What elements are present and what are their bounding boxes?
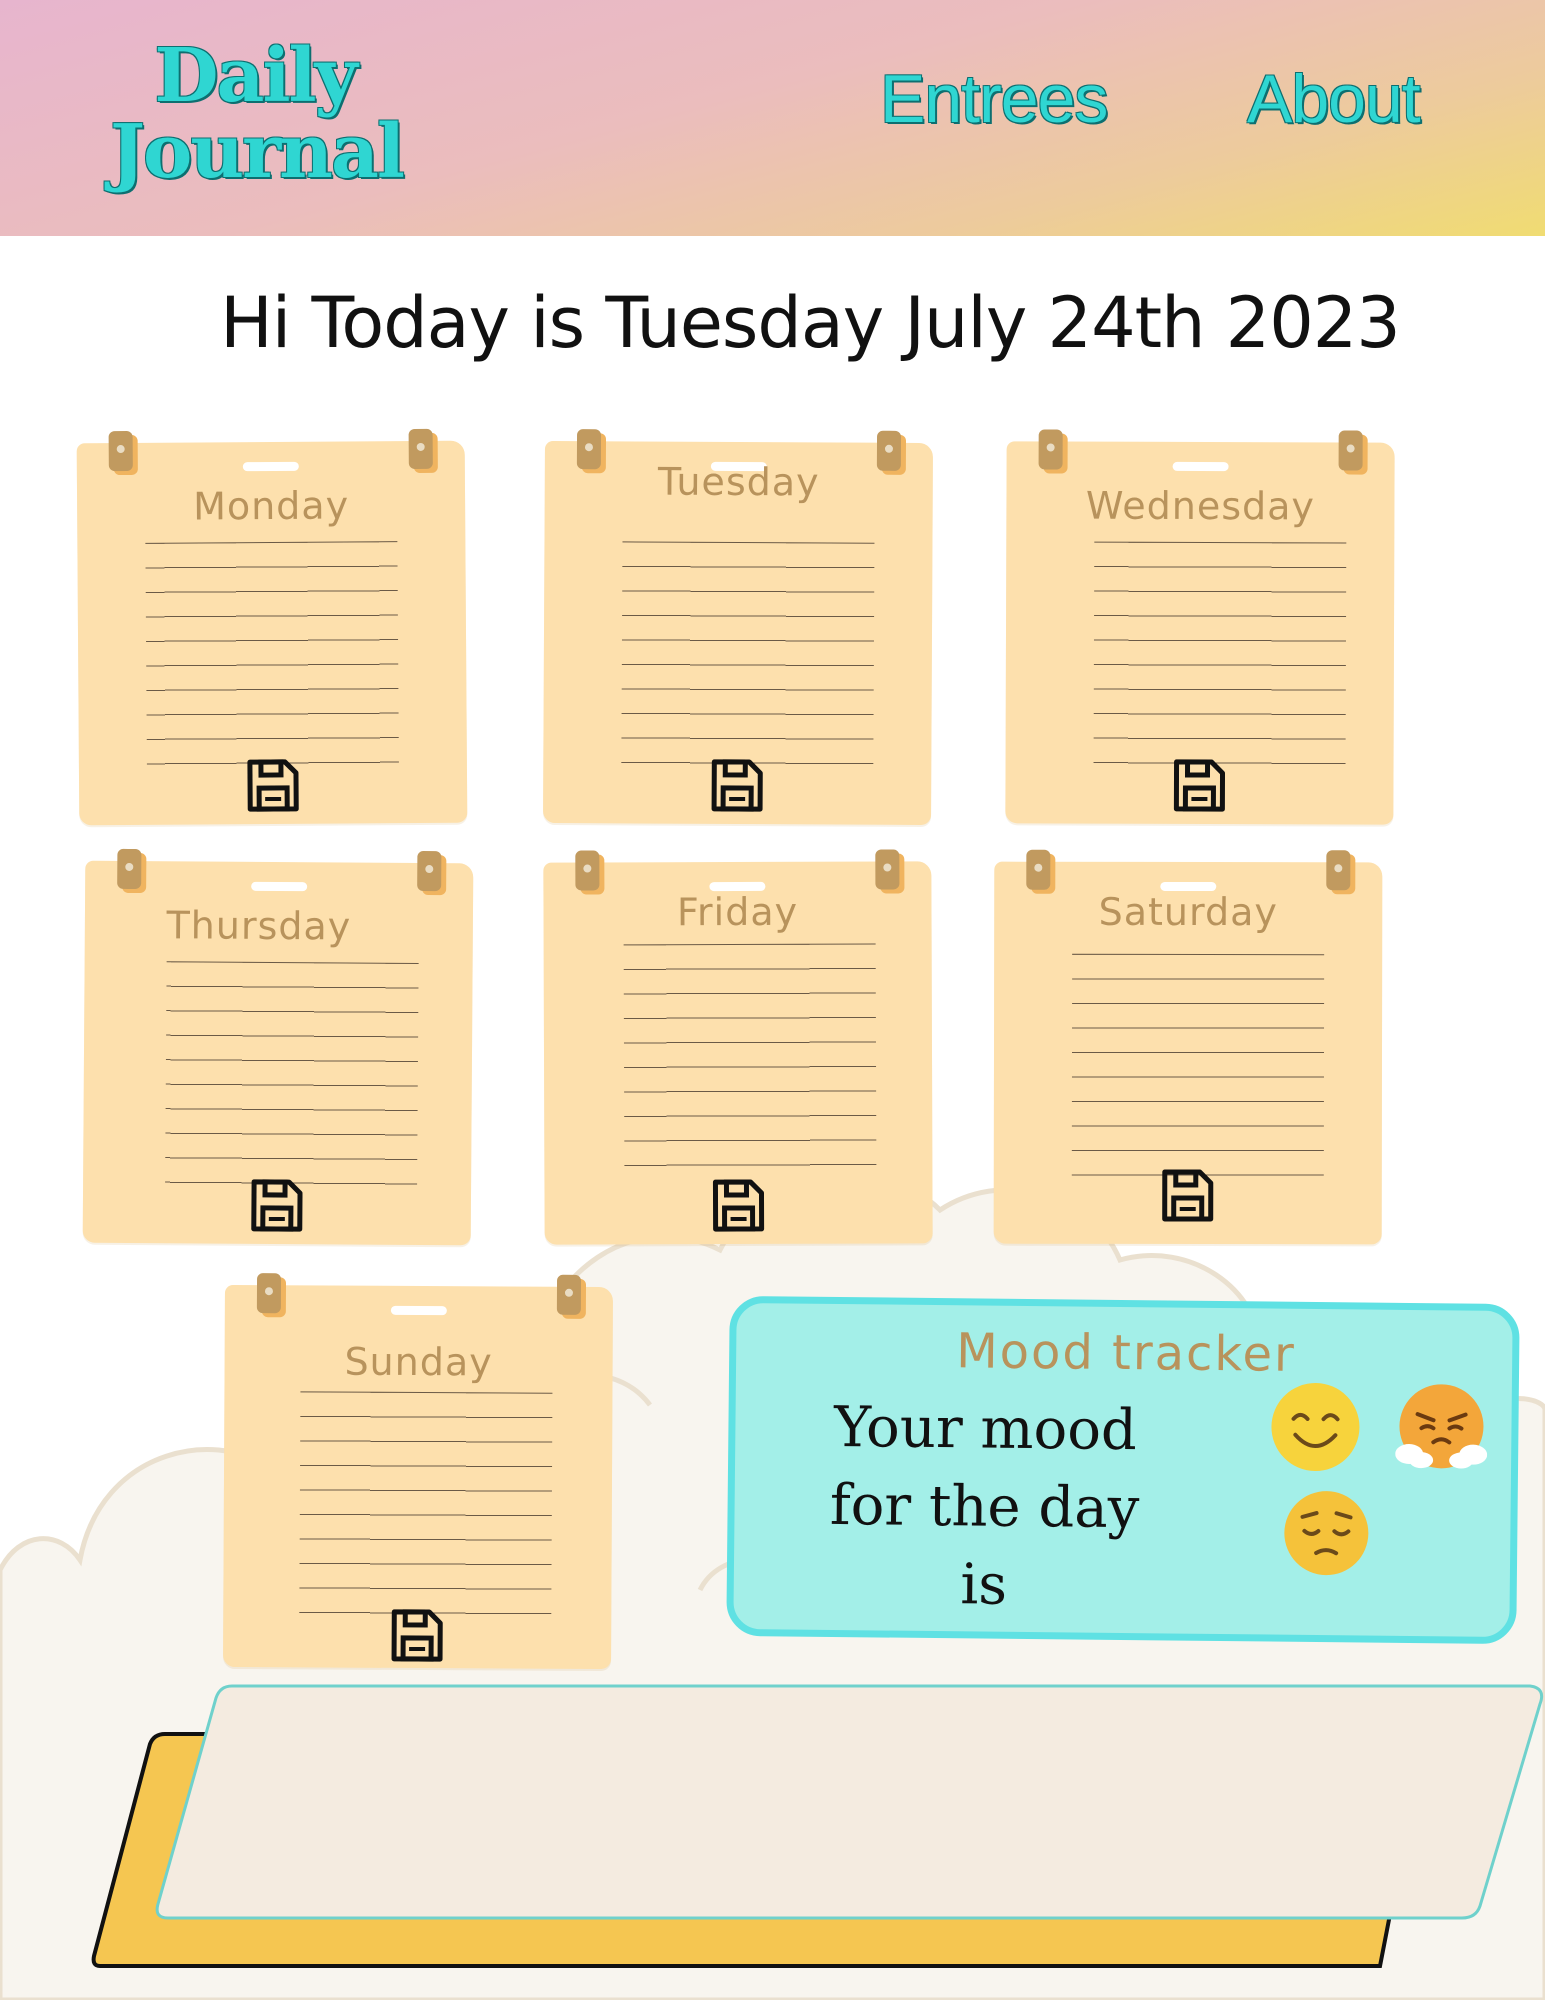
pin-icon <box>1326 850 1351 891</box>
hang-hole <box>242 461 299 472</box>
pin-icon <box>875 849 900 890</box>
save-icon[interactable] <box>389 1608 445 1664</box>
mood-tracker-card: Mood tracker Your mood for the day is <box>726 1295 1520 1645</box>
save-icon[interactable] <box>249 1178 305 1234</box>
day-label-sunday: Sunday <box>344 1339 493 1385</box>
pin-icon <box>256 1273 282 1314</box>
hang-hole <box>390 1305 447 1316</box>
day-label-thursday: Thursday <box>166 903 352 949</box>
nav-about-link[interactable]: About <box>1247 60 1421 138</box>
pin-icon <box>575 850 600 891</box>
day-card-thursday[interactable]: Thursday <box>82 848 474 1246</box>
mood-tracker-title: Mood tracker <box>955 1323 1297 1383</box>
writing-lines[interactable] <box>299 1391 553 1616</box>
day-card-sunday[interactable]: Sunday <box>223 1273 613 1670</box>
mood-prompt-line-3: is <box>960 1552 1008 1618</box>
hang-hole <box>251 881 308 892</box>
save-icon[interactable] <box>709 758 765 814</box>
logo-line-2: Journal <box>110 109 405 195</box>
save-icon[interactable] <box>710 1178 766 1234</box>
day-card-friday[interactable]: Friday <box>543 849 933 1245</box>
save-icon[interactable] <box>245 758 301 814</box>
day-label-tuesday: Tuesday <box>657 459 820 505</box>
save-icon[interactable] <box>1171 758 1227 814</box>
day-card-wednesday[interactable]: Wednesday <box>1005 429 1395 825</box>
writing-lines[interactable] <box>1071 953 1325 1178</box>
pin-icon <box>108 430 133 472</box>
nav-entrees-link[interactable]: Entrees <box>880 60 1108 138</box>
day-label-friday: Friday <box>676 889 799 935</box>
steaming-face-icon[interactable] <box>1395 1382 1488 1475</box>
day-label-wednesday: Wednesday <box>1085 483 1316 529</box>
logo[interactable]: Daily Journal <box>110 33 405 195</box>
page-title: Hi Today is Tuesday July 24th 2023 <box>220 282 1401 364</box>
writing-lines[interactable] <box>623 943 877 1168</box>
day-card-tuesday[interactable]: Tuesday <box>543 429 933 826</box>
pin-icon <box>556 1274 582 1315</box>
pensive-face-icon[interactable] <box>1280 1487 1373 1580</box>
writing-lines[interactable] <box>1093 541 1347 766</box>
day-card-saturday[interactable]: Saturday <box>993 849 1383 1245</box>
mood-prompt: Your mood for the day is <box>803 1389 1165 1627</box>
pin-icon <box>417 850 442 892</box>
mood-prompt-line-1: Your mood <box>833 1394 1138 1464</box>
writing-lines[interactable] <box>145 541 399 766</box>
writing-lines[interactable] <box>621 541 875 766</box>
pin-icon <box>408 428 433 470</box>
logo-line-1: Daily <box>154 33 357 119</box>
pin-icon <box>1038 429 1063 470</box>
mood-prompt-line-2: for the day <box>829 1472 1140 1542</box>
journal-text-area[interactable] <box>150 1682 1545 1922</box>
save-icon[interactable] <box>1160 1168 1216 1224</box>
day-card-monday[interactable]: Monday <box>76 428 468 826</box>
pin-icon <box>117 848 142 890</box>
pin-icon <box>1026 849 1051 890</box>
smiling-face-icon[interactable] <box>1269 1381 1362 1474</box>
day-label-saturday: Saturday <box>1098 889 1278 935</box>
day-label-monday: Monday <box>192 483 350 529</box>
hang-hole <box>1172 461 1229 472</box>
pin-icon <box>1338 430 1363 471</box>
header-bar: Daily Journal Entrees About <box>0 0 1545 236</box>
writing-lines[interactable] <box>165 961 419 1186</box>
